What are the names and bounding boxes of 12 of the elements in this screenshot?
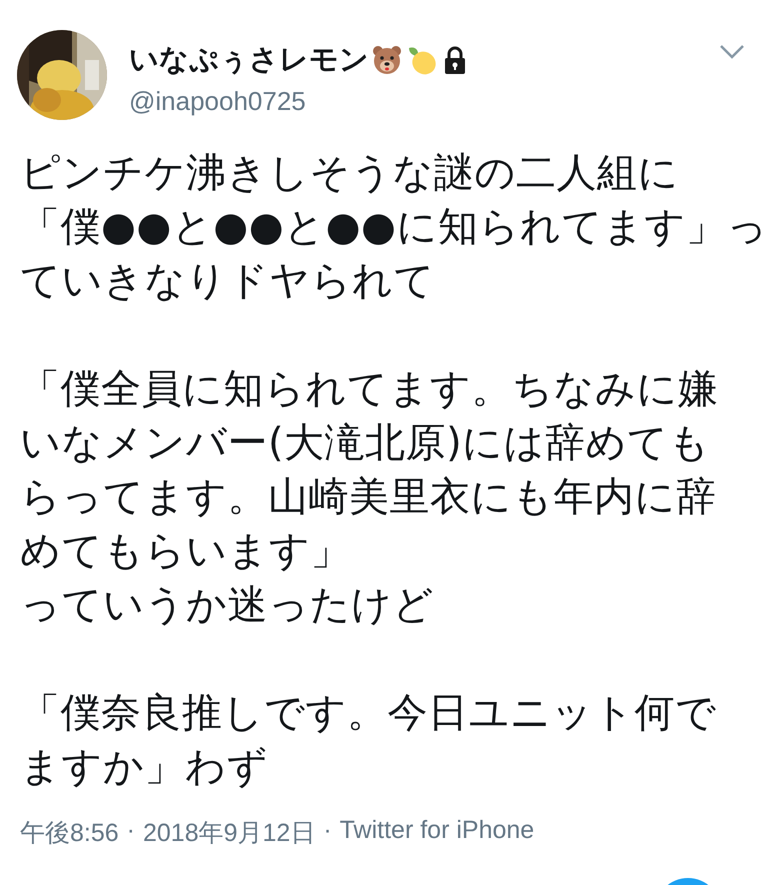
tweet-paragraph: ピンチケ沸きしそうな謎の二人組に 「僕●●と●●と●●に知られてます」っ ていきなりドヤられて xyxy=(20,149,769,306)
tweet-paragraph: 「僕全員に知られてます。ちなみに嫌 いなメンバー(大滝北原)には辞めても らってます。山崎美里衣にも年内に辞 めてもらいます」 っていうか迷ったけど xyxy=(20,365,720,630)
tweet-time: 午後8:56 xyxy=(20,818,119,849)
bear-icon xyxy=(371,44,403,76)
tweet-paragraph: 「僕奈良推しです。今日ユニット何で ますか」わず xyxy=(20,689,718,792)
chevron-down-icon[interactable] xyxy=(719,44,745,60)
separator-dot: · xyxy=(323,816,332,846)
tweet-date: 2018年9月12日 xyxy=(143,818,316,849)
separator-dot: · xyxy=(126,816,135,846)
tweet-source[interactable]: Twitter for iPhone xyxy=(340,816,534,849)
user-name[interactable]: いなぷぅさレモン xyxy=(129,40,369,80)
user-handle: @inapooh0725 xyxy=(129,86,307,117)
